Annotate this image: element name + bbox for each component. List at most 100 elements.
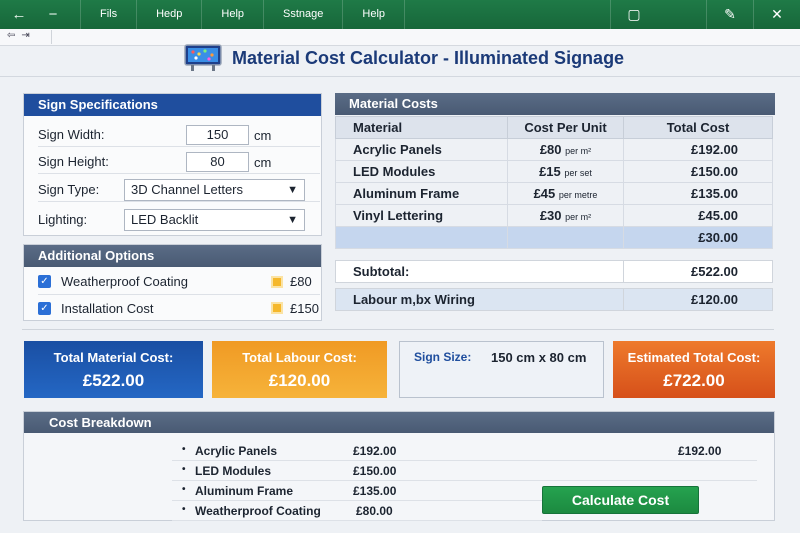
option-label: Weatherproof Coating xyxy=(61,274,188,289)
menu-help-1[interactable]: Hedp xyxy=(136,0,201,29)
page-title: Material Cost Calculator - Illuminated S… xyxy=(232,48,625,68)
menu-signage[interactable]: Sstnage xyxy=(263,0,342,29)
sign-type-select[interactable]: 3D Channel Letters ▼ xyxy=(124,179,305,201)
unit-cost-per: per set xyxy=(564,168,592,178)
menu-help-2[interactable]: Help xyxy=(201,0,263,29)
highlight-total-cell: £30.00 xyxy=(623,226,773,249)
material-cell: Aluminum Frame xyxy=(335,182,508,205)
signage-logo-icon xyxy=(184,44,222,71)
unit-cost-cell: £30 per m² xyxy=(507,204,624,227)
material-cell: LED Modules xyxy=(335,160,508,183)
breakdown-value: £192.00 xyxy=(353,444,397,458)
chevron-down-icon: ▼ xyxy=(287,184,298,196)
material-costs-table: Material Cost Per Unit Total Cost Acryli… xyxy=(335,116,773,249)
app-header: Material Cost Calculator - Illuminated S… xyxy=(0,44,800,76)
option-label: Installation Cost xyxy=(61,300,154,316)
sign-height-unit: cm xyxy=(254,155,272,170)
cost-breakdown-heading: Cost Breakdown xyxy=(24,412,774,433)
list-item: • Aluminum Frame £135.00 xyxy=(172,481,542,501)
sign-width-input[interactable]: 150 xyxy=(186,125,249,145)
list-item: • Acrylic Panels £192.00 £192.00 xyxy=(172,441,757,461)
section-divider xyxy=(22,329,774,330)
breakdown-value: £150.00 xyxy=(353,464,397,478)
total-cell: £150.00 xyxy=(623,160,773,183)
sign-width-unit: cm xyxy=(254,128,272,143)
breakdown-value: £135.00 xyxy=(353,484,397,498)
back-arrow-icon[interactable]: ← xyxy=(6,6,32,23)
list-item: • Weatherproof Coating £80.00 xyxy=(172,501,542,521)
exit-icon[interactable]: ⇥ xyxy=(21,30,29,44)
table-row: Aluminum Frame £45 per metre £135.00 xyxy=(335,182,773,205)
table-row: Acrylic Panels £80 per m² £192.00 xyxy=(335,138,773,161)
breakdown-label: LED Modules xyxy=(195,464,272,478)
table-row: LED Modules £15 per set £150.00 xyxy=(335,160,773,183)
breakdown-label: Acrylic Panels xyxy=(195,444,278,458)
price-tag-icon xyxy=(271,302,283,314)
calculate-cost-button[interactable]: Calculate Cost xyxy=(542,486,699,514)
breakdown-value: £80.00 xyxy=(356,504,393,518)
labour-value: £120.00 xyxy=(691,292,738,307)
sign-height-row: Sign Height: xyxy=(38,150,320,174)
sign-height-label: Sign Height: xyxy=(38,154,109,169)
bullet-icon: • xyxy=(182,504,186,515)
minimize-icon[interactable]: − xyxy=(40,6,66,23)
back-icon[interactable]: ⇦ xyxy=(7,30,15,44)
material-cell: Acrylic Panels xyxy=(335,138,508,161)
lighting-value: LED Backlit xyxy=(131,212,199,227)
sign-size-card: Sign Size: 150 cm x 80 cm xyxy=(399,341,604,398)
option-price: £80 xyxy=(290,274,312,289)
option-installation[interactable]: ✓ Installation Cost £150 xyxy=(38,295,320,321)
edit-icon[interactable]: ✎ xyxy=(706,0,753,29)
sign-height-input[interactable]: 80 xyxy=(186,152,249,172)
total-material-card: Total Material Cost: £522.00 xyxy=(24,341,203,398)
unit-cost-per: per m² xyxy=(565,212,592,222)
material-cell: Vinyl Lettering xyxy=(335,204,508,227)
sign-width-row: Sign Width: xyxy=(38,123,320,147)
total-cell: £45.00 xyxy=(623,204,773,227)
restore-icon[interactable]: ▢ xyxy=(610,0,657,29)
bullet-icon: • xyxy=(182,484,186,495)
checkbox-checked-icon[interactable]: ✓ xyxy=(38,301,51,315)
checkbox-checked-icon[interactable]: ✓ xyxy=(38,275,51,288)
unit-cost-per: per metre xyxy=(558,190,598,200)
unit-cost-value: £45 xyxy=(533,186,556,201)
total-cell: £192.00 xyxy=(623,138,773,161)
material-costs-heading: Material Costs xyxy=(335,93,775,115)
breakdown-extra-value: £192.00 xyxy=(678,444,722,458)
subtotal-row: Subtotal: £522.00 xyxy=(335,260,773,283)
sign-size-label: Sign Size: xyxy=(414,350,472,364)
total-labour-label: Total Labour Cost: xyxy=(242,350,357,365)
estimated-total-label: Estimated Total Cost: xyxy=(627,350,761,365)
nav-buttons: ⇦ ⇥ xyxy=(4,30,52,44)
list-item: • LED Modules £150.00 xyxy=(172,461,757,481)
lighting-label: Lighting: xyxy=(38,211,88,227)
close-icon[interactable]: ✕ xyxy=(753,0,800,29)
title-bar: ← − Fils Hedp Help Sstnage Help ▢ ✎ ✕ xyxy=(0,0,800,29)
sign-type-value: 3D Channel Letters xyxy=(131,182,244,197)
menu-file[interactable]: Fils xyxy=(80,0,136,29)
sign-width-label: Sign Width: xyxy=(38,127,105,142)
breakdown-label: Weatherproof Coating xyxy=(195,504,321,518)
total-labour-value: £120.00 xyxy=(268,371,331,390)
sign-specifications-panel: Sign Specifications Sign Width: 150 cm S… xyxy=(23,93,322,236)
menu-help-3[interactable]: Help xyxy=(342,0,406,29)
chevron-down-icon: ▼ xyxy=(287,214,298,226)
material-costs-panel: Material Costs Material Cost Per Unit To… xyxy=(335,93,775,311)
column-header: Material xyxy=(335,116,508,139)
subtotal-value: £522.00 xyxy=(691,264,738,279)
option-weatherproof[interactable]: ✓ Weatherproof Coating £80 xyxy=(38,269,320,295)
estimated-total-card: Estimated Total Cost: £722.00 xyxy=(613,341,775,398)
table-row: Vinyl Lettering £30 per m² £45.00 xyxy=(335,204,773,227)
highlight-row: £30.00 xyxy=(335,226,773,249)
unit-cost-value: £30 xyxy=(539,208,562,223)
additional-options-panel: Additional Options ✓ Weatherproof Coatin… xyxy=(23,244,322,321)
toolbar: ⇦ ⇥ xyxy=(0,29,800,46)
price-tag-icon xyxy=(271,275,283,288)
labour-row: Labour m,bx Wiring £120.00 xyxy=(335,288,773,311)
bullet-icon: • xyxy=(182,464,186,475)
sign-type-label: Sign Type: xyxy=(38,182,100,197)
total-material-label: Total Material Cost: xyxy=(53,350,174,365)
sign-specifications-heading: Sign Specifications xyxy=(24,94,321,116)
lighting-select[interactable]: LED Backlit ▼ xyxy=(124,209,305,231)
unit-cost-value: £80 xyxy=(539,142,562,157)
